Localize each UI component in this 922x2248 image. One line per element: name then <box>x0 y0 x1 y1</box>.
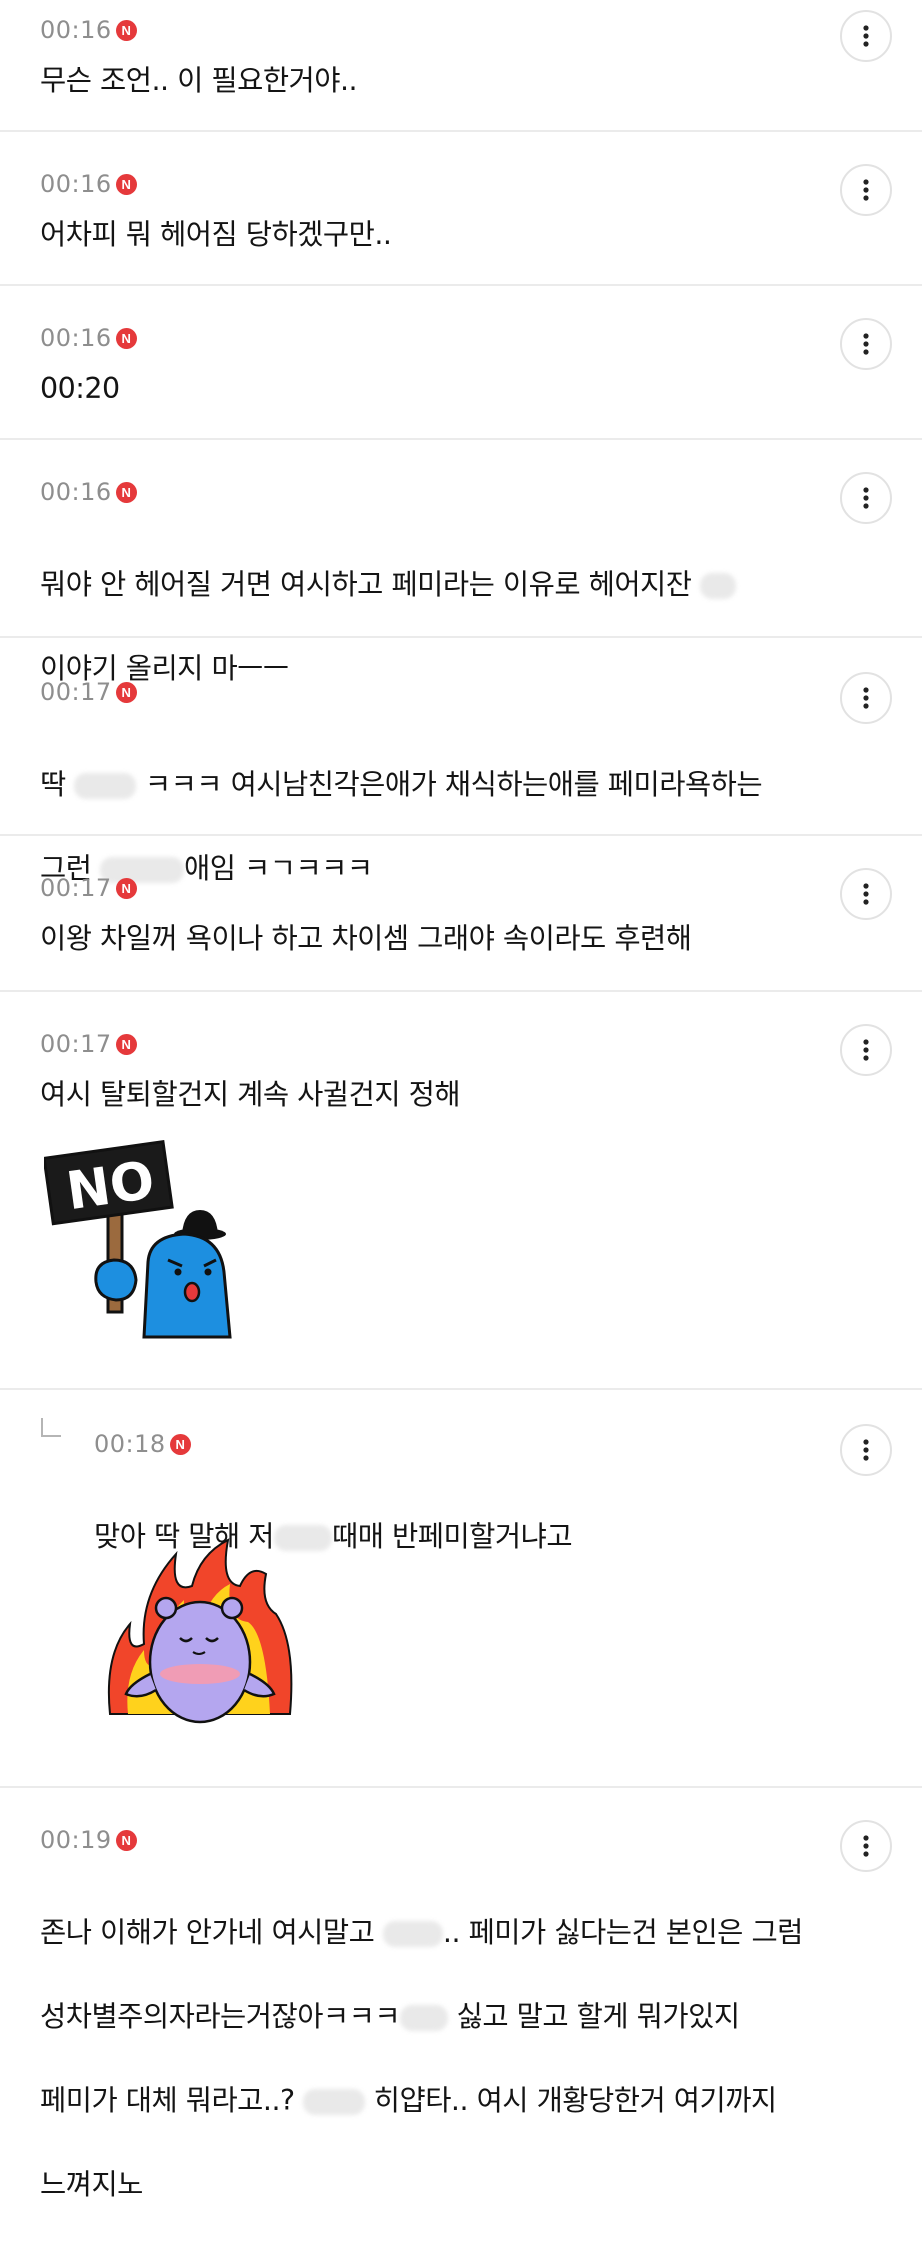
vertical-ellipsis-icon <box>863 1439 869 1461</box>
new-badge-icon: N <box>115 877 137 899</box>
comment-time: 00:17 <box>40 1030 112 1058</box>
comment-text-part: 페미가 대체 뭐라고..? <box>40 2084 295 2117</box>
comment-meta: 00:16 N <box>40 324 137 352</box>
comment-text: 어차피 뭐 헤어짐 당하겠구만.. <box>40 218 392 251</box>
comment-time: 00:17 <box>40 678 112 706</box>
more-options-button[interactable] <box>840 1424 892 1476</box>
comment-text-part: 때매 반페미할거냐고 <box>332 1520 573 1553</box>
comment-item: 00:16 N 뭐야 안 헤어질 거면 여시하고 페미라는 이유로 헤어지잔 이… <box>0 440 922 685</box>
comment-text-line: 느껴지노 <box>40 2168 143 2201</box>
new-badge-icon: N <box>115 173 137 195</box>
comment-meta: 00:17 N <box>40 678 137 706</box>
more-options-button[interactable] <box>840 472 892 524</box>
reply-comment-item: 00:18 N 맞아 딱 말해 저 때매 반페미할거냐고 <box>0 1390 922 1788</box>
comment-meta: 00:17 N <box>40 874 137 902</box>
comment-time: 00:16 <box>40 478 112 506</box>
comment-item: 00:19 N 존나 이해가 안가네 여시말고 .. 페미가 싫다는건 본인은 … <box>0 1788 922 2201</box>
comment-text: 무슨 조언.. 이 필요한거야.. <box>40 64 358 97</box>
redacted-text <box>700 573 737 599</box>
redacted-text <box>400 2005 449 2031</box>
more-options-button[interactable] <box>840 672 892 724</box>
vertical-ellipsis-icon <box>863 333 869 355</box>
more-options-button[interactable] <box>840 868 892 920</box>
new-badge-icon: N <box>115 1033 137 1055</box>
new-badge-icon: N <box>115 327 137 349</box>
comment-text: 이왕 차일꺼 욕이나 하고 차이셈 그래야 속이라도 후련해 <box>40 922 692 955</box>
new-badge-icon: N <box>115 1829 137 1851</box>
comment-meta: 00:16 N <box>40 478 137 506</box>
redacted-text <box>74 773 137 799</box>
comment-time: 00:16 <box>40 16 112 44</box>
comment-text-part: .. 페미가 싫다는건 본인은 그럼 <box>442 1916 804 1949</box>
vertical-ellipsis-icon <box>863 25 869 47</box>
comment-text-part: ㅋㅋㅋ 여시남친각은애가 채식하는애를 페미라욕하는 <box>144 768 763 801</box>
comment-item: 00:17 N 여시 탈퇴할건지 계속 사귈건지 정해 NO <box>0 992 922 1390</box>
no-sign-character-sticker: NO <box>44 1139 232 1339</box>
comment-text-part: 싫고 말고 할게 뭐가있지 <box>456 2000 740 2033</box>
comment-text-line: 뭐야 안 헤어질 거면 여시하고 페미라는 이유로 헤어지잔 <box>40 568 692 601</box>
comment-meta: 00:16 N <box>40 170 137 198</box>
comment-item: 00:16 N 00:20 <box>0 286 922 440</box>
comment-time: 00:16 <box>40 324 112 352</box>
new-badge-icon: N <box>115 19 137 41</box>
comment-time: 00:16 <box>40 170 112 198</box>
comment-text: 여시 탈퇴할건지 계속 사귈건지 정해 <box>40 1078 461 1111</box>
comment-list-screen: { "badge_label": "N", "comments": [ {"ti… <box>0 0 922 2201</box>
more-options-button[interactable] <box>840 318 892 370</box>
comment-time: 00:18 <box>94 1430 166 1458</box>
new-badge-icon: N <box>115 681 137 703</box>
new-badge-icon: N <box>169 1433 191 1455</box>
vertical-ellipsis-icon <box>863 1039 869 1061</box>
comment-item: 00:17 N 딱 ㅋㅋㅋ 여시남친각은애가 채식하는애를 페미라욕하는 그런 … <box>0 638 922 885</box>
new-badge-icon: N <box>115 481 137 503</box>
comment-text: 00:20 <box>40 372 120 405</box>
vertical-ellipsis-icon <box>863 1835 869 1857</box>
comment-time: 00:19 <box>40 1826 112 1854</box>
comment-item: 00:17 N 이왕 차일꺼 욕이나 하고 차이셈 그래야 속이라도 후련해 <box>0 836 922 992</box>
more-options-button[interactable] <box>840 10 892 62</box>
more-options-button[interactable] <box>840 1820 892 1872</box>
redacted-text <box>382 1921 443 1947</box>
comment-meta: 00:17 N <box>40 1030 137 1058</box>
redacted-text <box>303 2089 366 2115</box>
comment-meta: 00:16 N <box>40 16 137 44</box>
comment-text-part: 성차별주의자라는거잖아ㅋㅋㅋ <box>40 2000 401 2033</box>
comment-text-part: 존나 이해가 안가네 여시말고 <box>40 1916 375 1949</box>
vertical-ellipsis-icon <box>863 687 869 709</box>
comment-item: 00:16 N 무슨 조언.. 이 필요한거야.. <box>0 0 922 132</box>
vertical-ellipsis-icon <box>863 487 869 509</box>
more-options-button[interactable] <box>840 164 892 216</box>
vertical-ellipsis-icon <box>863 883 869 905</box>
reply-indicator-icon <box>41 1418 61 1437</box>
fire-character-sticker <box>107 1538 293 1724</box>
comment-time: 00:17 <box>40 874 112 902</box>
comment-item: 00:16 N 어차피 뭐 헤어짐 당하겠구만.. <box>0 132 922 286</box>
sticker-no-text: NO <box>63 1151 158 1223</box>
comment-meta: 00:19 N <box>40 1826 137 1854</box>
comment-text: 존나 이해가 안가네 여시말고 .. 페미가 싫다는건 본인은 그럼 성차별주의… <box>40 1870 870 2248</box>
comment-text-part: 딱 <box>40 768 66 801</box>
comment-meta: 00:18 N <box>94 1430 191 1458</box>
vertical-ellipsis-icon <box>863 179 869 201</box>
comment-text-part: 히얍타.. 여시 개황당한거 여기까지 <box>373 2084 777 2117</box>
more-options-button[interactable] <box>840 1024 892 1076</box>
